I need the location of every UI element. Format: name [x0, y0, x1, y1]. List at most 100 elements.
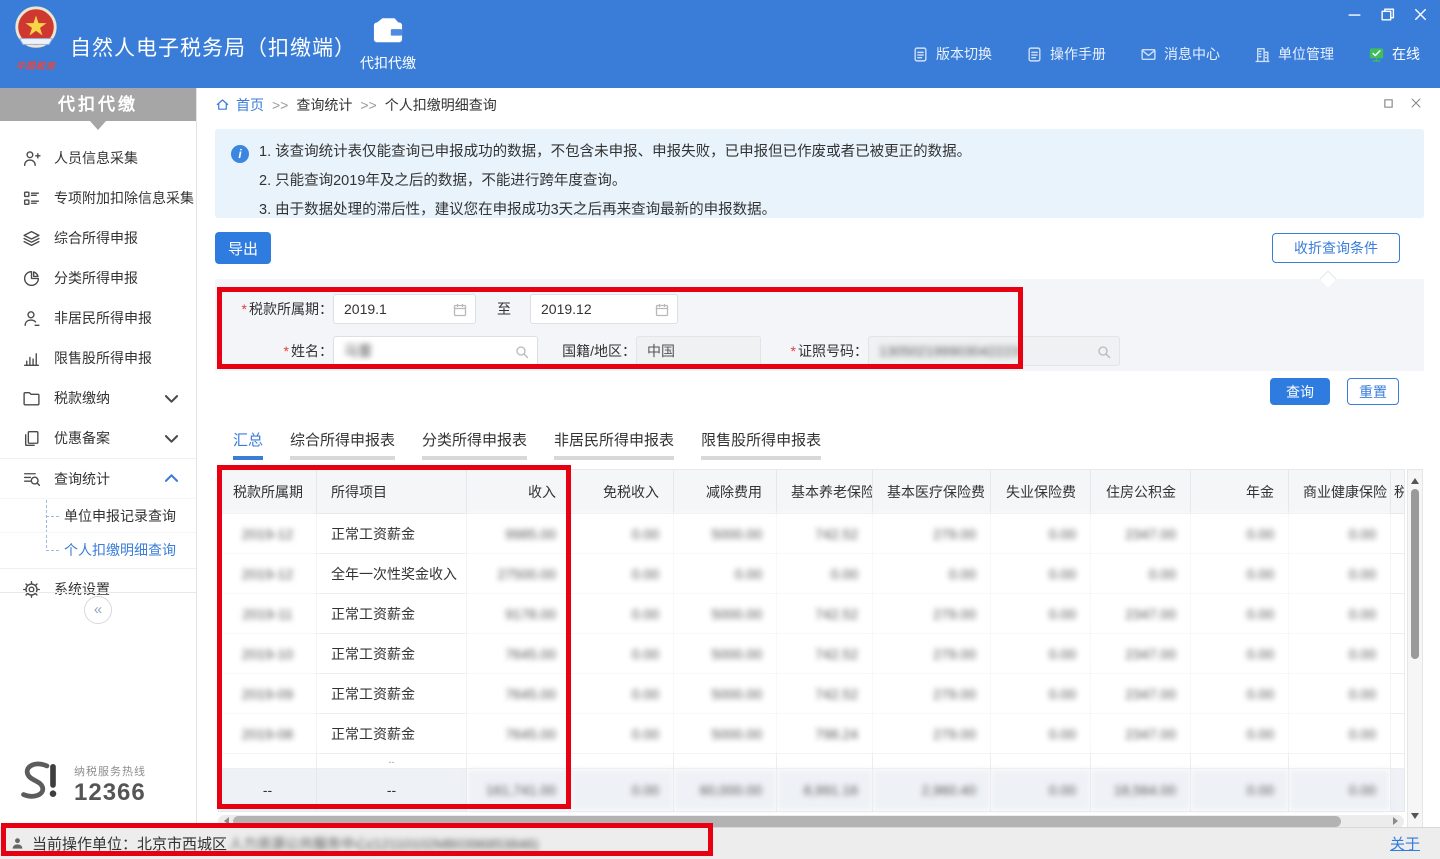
scroll-down-arrow[interactable] [1411, 813, 1419, 823]
menu-unit-management[interactable]: 单位管理 [1254, 44, 1334, 64]
cell-item: 正常工资薪金 [317, 674, 467, 714]
id-label: 证照号码： [798, 343, 868, 359]
sidebar-nav: 人员信息采集专项附加扣除信息采集综合所得申报分类所得申报非居民所得申报限售股所得… [0, 138, 196, 609]
building-icon [1254, 46, 1271, 63]
cell-total-value: 8,991.16 [777, 769, 873, 812]
table-row-0[interactable]: 2019-12正常工资薪金9985.000.005000.00742.52279… [219, 514, 1405, 554]
search-icon[interactable] [514, 344, 530, 360]
minimize-icon[interactable] [1347, 7, 1362, 22]
cell-value [674, 754, 777, 769]
cell-value [1391, 514, 1405, 554]
to-label: 至 [496, 299, 512, 319]
menu-online-status[interactable]: 在线 [1368, 44, 1420, 64]
name-input[interactable]: 马蕾 [333, 336, 538, 366]
cell-total-value: 0.00 [1191, 769, 1289, 812]
sidebar-item-0[interactable]: 人员信息采集 [0, 138, 196, 178]
table-row-3[interactable]: 2019-10正常工资薪金7645.000.005000.00742.52279… [219, 634, 1405, 674]
period-to-input[interactable]: 2019.12 [530, 294, 678, 324]
menu-message-center[interactable]: 消息中心 [1140, 44, 1220, 64]
nationality-input[interactable]: 中国 [636, 336, 761, 366]
sidebar-item-6[interactable]: 税款缴纳 [0, 378, 196, 418]
scroll-left-arrow[interactable] [220, 817, 229, 825]
hotline-logo-icon [14, 758, 66, 812]
query-button[interactable]: 查询 [1270, 378, 1330, 405]
tab-restricted-shares[interactable]: 限售股所得申报表 [701, 429, 821, 460]
search-icon[interactable] [1096, 344, 1112, 360]
sidebar-item-3[interactable]: 分类所得申报 [0, 258, 196, 298]
export-button[interactable]: 导出 [215, 232, 271, 264]
panel-notch [1320, 271, 1337, 288]
chevron-down-icon [162, 389, 181, 408]
hotline-number: 12366 [74, 779, 146, 807]
close-icon[interactable] [1413, 7, 1428, 22]
tab-summary[interactable]: 汇总 [233, 429, 263, 460]
sidebar-item-8[interactable]: 查询统计 [0, 458, 196, 498]
sidebar-item-label: 查询统计 [54, 469, 110, 489]
document-icon [912, 46, 929, 63]
cell-value: 0.00 [991, 514, 1091, 554]
tab-nonresident-income[interactable]: 非居民所得申报表 [554, 429, 674, 460]
restore-icon[interactable] [1380, 7, 1395, 22]
menu-version-switch[interactable]: 版本切换 [912, 44, 992, 64]
col-header-10: 商业健康保险 [1289, 470, 1391, 514]
cell-value: 5000.00 [674, 714, 777, 754]
horizontal-scroll-thumb[interactable] [233, 816, 1341, 827]
copy-icon [22, 429, 41, 448]
reset-button[interactable]: 重置 [1347, 378, 1399, 405]
wallet-icon [371, 15, 405, 45]
menu-manual[interactable]: 操作手册 [1026, 44, 1106, 64]
col-header-8: 住房公积金 [1091, 470, 1191, 514]
collapse-query-button[interactable]: 收折查询条件 [1272, 233, 1400, 263]
table-row-5[interactable]: 2019-08正常工资薪金7645.000.005000.00798.24279… [219, 714, 1405, 754]
name-value: 马蕾 [344, 341, 372, 361]
tab-classified-income[interactable]: 分类所得申报表 [422, 429, 527, 460]
table-total-row[interactable]: ----161,741.000.0060,000.008,991.162,960… [219, 769, 1405, 812]
cell-value: 0.00 [991, 554, 1091, 594]
cell-item: 正常工资薪金 [317, 514, 467, 554]
calendar-icon[interactable] [452, 302, 468, 318]
sidebar-item-7[interactable]: 优惠备案 [0, 418, 196, 458]
module-tab-withholding[interactable]: 代扣代缴 [346, 15, 430, 73]
cell-value: 0.00 [1091, 554, 1191, 594]
table-row-4[interactable]: 2019-09正常工资薪金7645.000.005000.00742.52279… [219, 674, 1405, 714]
panel-close-icon[interactable] [1410, 97, 1422, 109]
sidebar-header-caret [90, 121, 106, 138]
scroll-right-arrow[interactable] [1393, 817, 1402, 825]
sidebar-subitem-0[interactable]: 单位申报记录查询 [0, 498, 196, 532]
tab-comprehensive-income[interactable]: 综合所得申报表 [290, 429, 395, 460]
nationality-label: 国籍/地区： [558, 341, 636, 361]
cell-period: 2019-12 [219, 554, 317, 594]
breadcrumb-home[interactable]: 首页 [236, 95, 264, 115]
sidebar-collapse-button[interactable]: « [84, 596, 112, 624]
cell-value [1191, 754, 1289, 769]
table-row-1[interactable]: 2019-12全年一次性奖金收入27500.000.000.000.000.00… [219, 554, 1405, 594]
scroll-up-arrow[interactable] [1411, 474, 1419, 484]
sidebar-item-4[interactable]: 非居民所得申报 [0, 298, 196, 338]
panel-maximize-icon[interactable] [1383, 98, 1394, 109]
sidebar-item-label: 专项附加扣除信息采集 [54, 188, 194, 208]
chevron-up-icon [162, 469, 181, 488]
table-header-row: 税款所属期所得项目收入免税收入减除费用基本养老保险费基本医疗保险费失业保险费住房… [219, 470, 1405, 514]
cell-value: 2347.00 [1091, 634, 1191, 674]
cell-period: 2019-09 [219, 674, 317, 714]
vertical-scrollbar[interactable] [1407, 469, 1423, 828]
id-number-input[interactable]: 130502199903042223 [868, 336, 1120, 366]
sidebar-item-label: 分类所得申报 [54, 268, 138, 288]
content-area: 首页 >> 查询统计 >> 个人扣缴明细查询 i 1. 该查询统计表仅能查询已申… [197, 88, 1440, 827]
period-from-input[interactable]: 2019.1 [333, 294, 476, 324]
info-icon: i [231, 145, 249, 163]
cell-value [1091, 754, 1191, 769]
cell-item: 全年一次性奖金收入 [317, 554, 467, 594]
cell-value [571, 754, 674, 769]
sidebar-item-1[interactable]: 专项附加扣除信息采集 [0, 178, 196, 218]
vertical-scroll-thumb[interactable] [1411, 489, 1419, 659]
table-row-2[interactable]: 2019-11正常工资薪金9178.000.005000.00742.52279… [219, 594, 1405, 634]
table-row-clipped[interactable]: .. [219, 754, 1405, 769]
sidebar-item-2[interactable]: 综合所得申报 [0, 218, 196, 258]
calendar-icon[interactable] [654, 302, 670, 318]
cell-item: 正常工资薪金 [317, 634, 467, 674]
about-link[interactable]: 关于 [1390, 833, 1420, 854]
sidebar-item-5[interactable]: 限售股所得申报 [0, 338, 196, 378]
cell-total-period: -- [219, 769, 317, 812]
sidebar-subitem-1[interactable]: 个人扣缴明细查询 [0, 532, 196, 566]
